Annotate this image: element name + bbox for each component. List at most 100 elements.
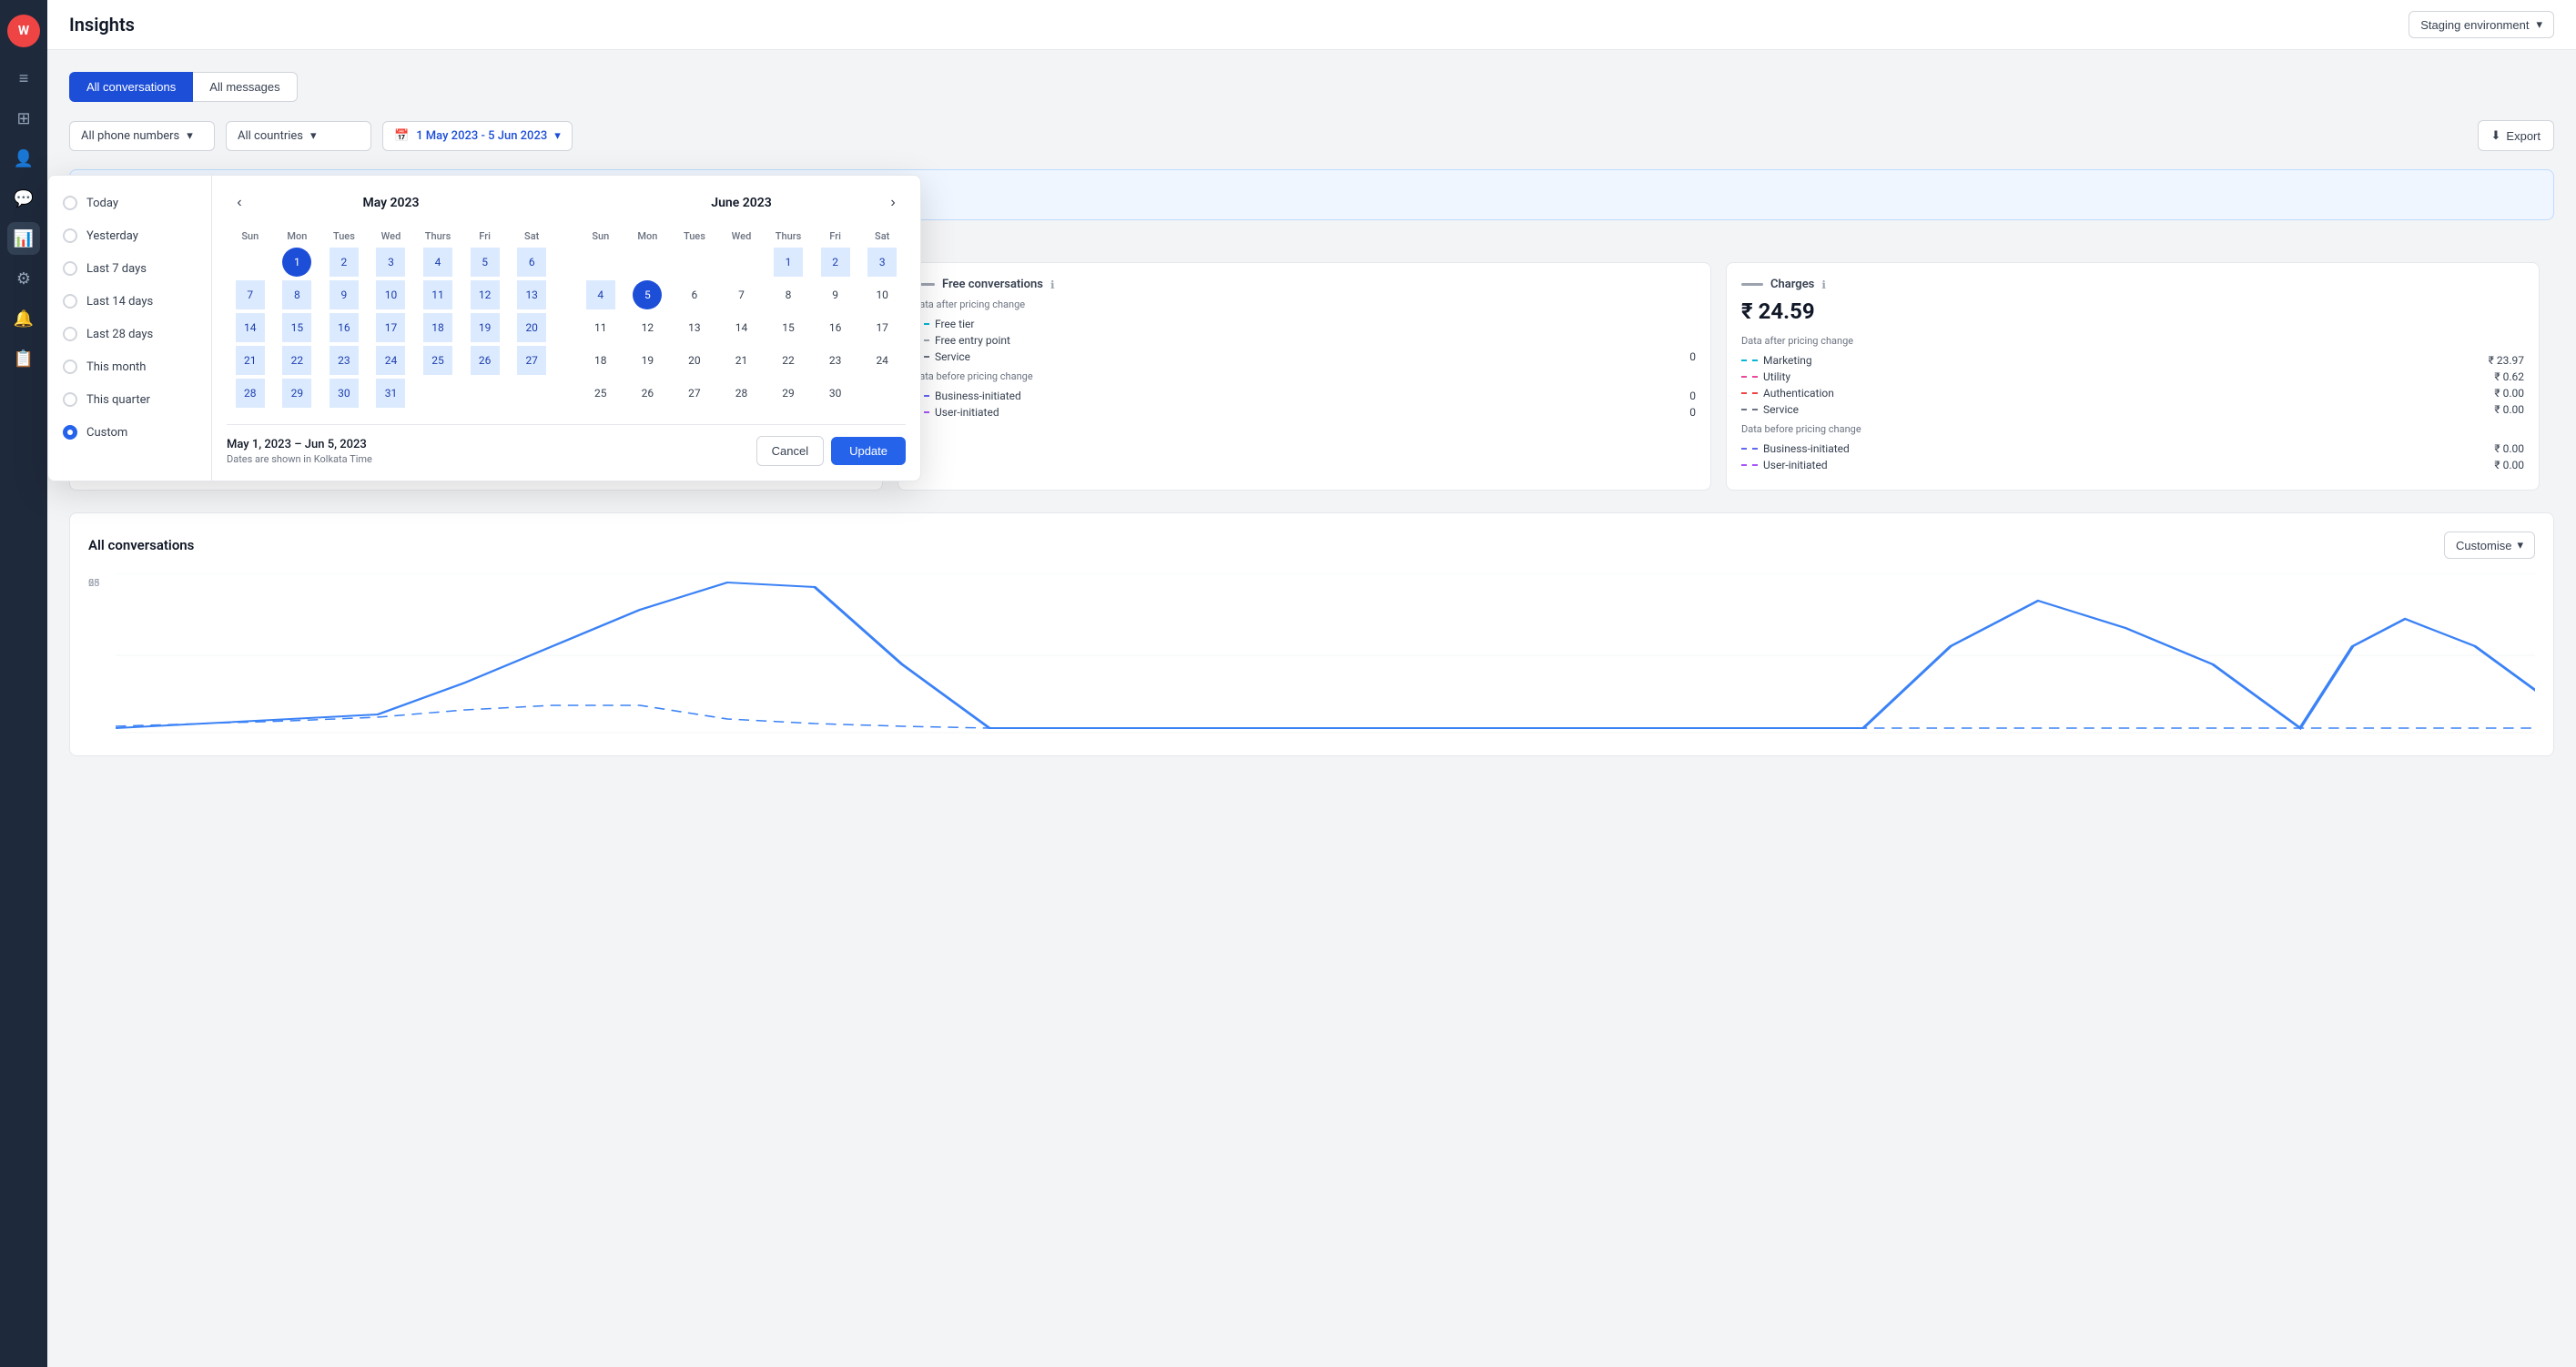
sidebar-icon-chat[interactable]: 💬 [7, 182, 40, 215]
cal-day-2-may[interactable]: 2 [320, 246, 368, 278]
cal-day-19-may[interactable]: 19 [461, 311, 509, 344]
cal-day-21-jun[interactable]: 21 [718, 344, 766, 377]
cal-day-23-jun[interactable]: 23 [812, 344, 859, 377]
cal-day-9-may[interactable]: 9 [320, 278, 368, 311]
preset-yesterday[interactable]: Yesterday [48, 219, 211, 252]
cal-day-3-may[interactable]: 3 [368, 246, 415, 278]
cal-header-tues-jun: Tues [671, 227, 718, 246]
cal-day-5-may[interactable]: 5 [461, 246, 509, 278]
cal-day-1-jun[interactable]: 1 [765, 246, 812, 278]
cal-day-6-may[interactable]: 6 [508, 246, 555, 278]
cal-day-11-may[interactable]: 11 [414, 278, 461, 311]
cal-day-26-may[interactable]: 26 [461, 344, 509, 377]
cal-day-31-may[interactable]: 31 [368, 377, 415, 410]
presets-panel: Today Yesterday Last 7 days Last 14 days… [48, 176, 212, 481]
next-month-button[interactable]: › [880, 190, 906, 216]
date-range-filter[interactable]: 📅 1 May 2023 - 5 Jun 2023 ▾ [382, 121, 573, 151]
cal-day-21-may[interactable]: 21 [227, 344, 274, 377]
preset-label-today: Today [86, 197, 118, 210]
cal-day-13-jun[interactable]: 13 [671, 311, 718, 344]
cal-day-22-may[interactable]: 22 [274, 344, 321, 377]
cal-day-27-jun[interactable]: 27 [671, 377, 718, 410]
cal-day-26-jun[interactable]: 26 [624, 377, 672, 410]
cal-day-18-jun[interactable]: 18 [577, 344, 624, 377]
preset-custom[interactable]: Custom [48, 416, 211, 449]
cal-day-25-may[interactable]: 25 [414, 344, 461, 377]
cancel-button[interactable]: Cancel [756, 436, 824, 466]
cal-day-8-may[interactable]: 8 [274, 278, 321, 311]
preset-last7days[interactable]: Last 7 days [48, 252, 211, 285]
calendar-header-may: ‹ May 2023 [227, 190, 555, 216]
cal-day-24-jun[interactable]: 24 [858, 344, 906, 377]
sidebar-icon-contacts[interactable]: 👤 [7, 142, 40, 175]
cal-day-19-jun[interactable]: 19 [624, 344, 672, 377]
customise-button[interactable]: Customise ▾ [2444, 532, 2535, 559]
calendar-june-2023: June 2023 › Sun Mon Tues Wed Thurs Fri [577, 190, 906, 410]
cal-day-20-may[interactable]: 20 [508, 311, 555, 344]
calendar-footer: May 1, 2023 – Jun 5, 2023 Dates are show… [227, 424, 906, 466]
sidebar-icon-home[interactable]: ⊞ [7, 102, 40, 135]
preset-last14days[interactable]: Last 14 days [48, 285, 211, 318]
preset-last28days[interactable]: Last 28 days [48, 318, 211, 350]
cal-day-29-jun[interactable]: 29 [765, 377, 812, 410]
preset-this-quarter[interactable]: This quarter [48, 383, 211, 416]
cal-day-7-jun[interactable]: 7 [718, 278, 766, 311]
cal-day-4-jun[interactable]: 4 [577, 278, 624, 311]
cal-day-23-may[interactable]: 23 [320, 344, 368, 377]
cal-day-2-jun[interactable]: 2 [812, 246, 859, 278]
calendar-title-may: May 2023 [362, 196, 419, 210]
cal-day-28-jun[interactable]: 28 [718, 377, 766, 410]
environment-selector[interactable]: Staging environment ▾ [2409, 11, 2554, 38]
cal-day-30-jun[interactable]: 30 [812, 377, 859, 410]
sidebar-icon-notifications[interactable]: 🔔 [7, 302, 40, 335]
cal-day-5-jun[interactable]: 5 [624, 278, 672, 311]
cal-day-17-may[interactable]: 17 [368, 311, 415, 344]
all-conversations-section: All conversations Customise ▾ 55 28 0 [69, 512, 2554, 756]
chevron-down-icon: ▾ [310, 129, 317, 143]
sidebar-icon-reports[interactable]: 📋 [7, 342, 40, 375]
cal-day-4-may[interactable]: 4 [414, 246, 461, 278]
phone-numbers-filter[interactable]: All phone numbers ▾ [69, 121, 215, 151]
sidebar-icon-settings[interactable]: ⚙ [7, 262, 40, 295]
cal-day-7-may[interactable]: 7 [227, 278, 274, 311]
preset-this-month[interactable]: This month [48, 350, 211, 383]
cal-day-24-may[interactable]: 24 [368, 344, 415, 377]
cal-day-10-may[interactable]: 10 [368, 278, 415, 311]
cal-day-9-jun[interactable]: 9 [812, 278, 859, 311]
export-button[interactable]: ⬇ Export [2478, 120, 2554, 151]
preset-today[interactable]: Today [48, 187, 211, 219]
prev-month-button[interactable]: ‹ [227, 190, 252, 216]
cal-day-8-jun[interactable]: 8 [765, 278, 812, 311]
tab-all-messages[interactable]: All messages [193, 72, 297, 102]
cal-day-27-may[interactable]: 27 [508, 344, 555, 377]
cal-day-16-may[interactable]: 16 [320, 311, 368, 344]
cal-day-14-may[interactable]: 14 [227, 311, 274, 344]
cal-day-11-jun[interactable]: 11 [577, 311, 624, 344]
cal-day-15-jun[interactable]: 15 [765, 311, 812, 344]
cal-day-15-may[interactable]: 15 [274, 311, 321, 344]
cal-day-20-jun[interactable]: 20 [671, 344, 718, 377]
cal-day-3-jun[interactable]: 3 [858, 246, 906, 278]
cal-day-22-jun[interactable]: 22 [765, 344, 812, 377]
cal-day-25-jun[interactable]: 25 [577, 377, 624, 410]
update-button[interactable]: Update [831, 437, 906, 465]
cal-day-28-may[interactable]: 28 [227, 377, 274, 410]
cal-day-10-jun[interactable]: 10 [858, 278, 906, 311]
cal-day-30-may[interactable]: 30 [320, 377, 368, 410]
cal-day-6-jun[interactable]: 6 [671, 278, 718, 311]
cal-day-1-may[interactable]: 1 [274, 246, 321, 278]
countries-filter[interactable]: All countries ▾ [226, 121, 371, 151]
cal-day-17-jun[interactable]: 17 [858, 311, 906, 344]
cal-day-13-may[interactable]: 13 [508, 278, 555, 311]
tab-all-conversations[interactable]: All conversations [69, 72, 193, 102]
sidebar-icon-insights[interactable]: 📊 [7, 222, 40, 255]
cal-day-29-may[interactable]: 29 [274, 377, 321, 410]
sidebar-icon-menu[interactable]: ≡ [7, 62, 40, 95]
cal-day-12-jun[interactable]: 12 [624, 311, 672, 344]
cal-day-16-jun[interactable]: 16 [812, 311, 859, 344]
cal-day-14-jun[interactable]: 14 [718, 311, 766, 344]
calendars-row: ‹ May 2023 Sun Mon Tues Wed Thurs [227, 190, 906, 410]
cal-day-18-may[interactable]: 18 [414, 311, 461, 344]
stat-row: Free tier [913, 318, 1696, 330]
cal-day-12-may[interactable]: 12 [461, 278, 509, 311]
